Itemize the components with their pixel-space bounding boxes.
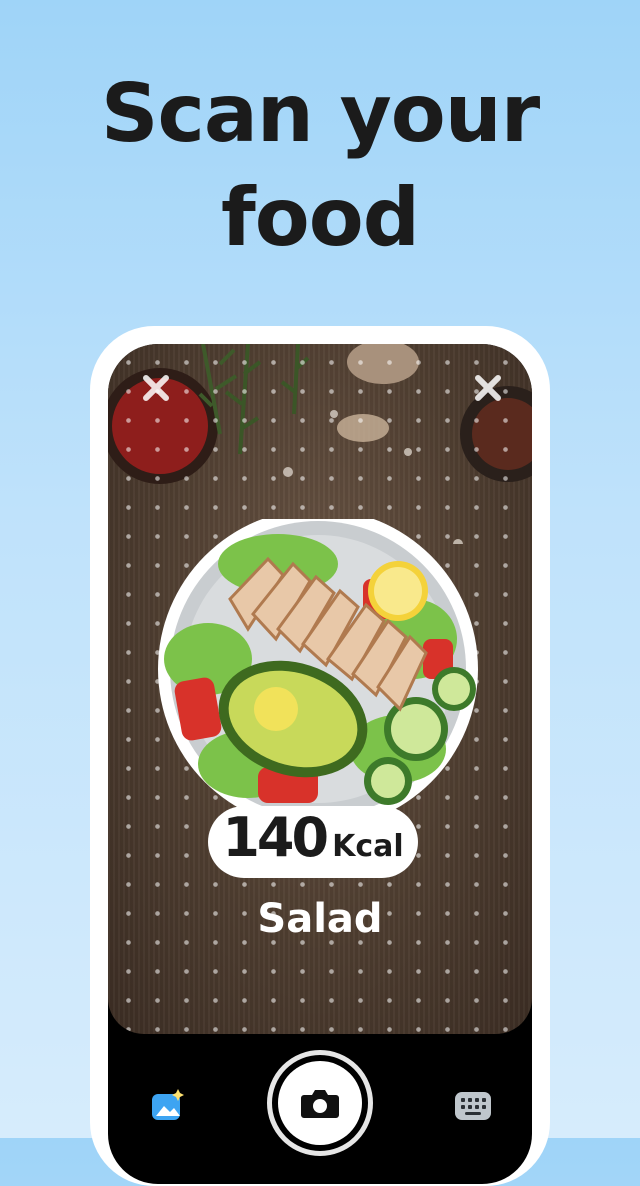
salad-photo: [158, 519, 478, 829]
camera-icon: [301, 1090, 339, 1118]
gallery-sparkle-icon[interactable]: [150, 1088, 186, 1124]
food-name: Salad: [257, 896, 383, 942]
headline-line-1: Scan your: [100, 67, 540, 160]
camera-controls: [108, 1034, 532, 1184]
calorie-value: 140: [222, 806, 329, 869]
scan-corner-mark-left: [143, 375, 169, 401]
keyboard-icon[interactable]: [454, 1088, 492, 1124]
headline-line-2: food: [221, 171, 420, 264]
headline: Scan your food: [0, 62, 640, 270]
camera-viewfinder: 140 Kcal Salad: [108, 344, 532, 1034]
shutter-button[interactable]: [267, 1050, 373, 1156]
calorie-unit: Kcal: [332, 829, 404, 864]
calorie-badge: 140 Kcal: [208, 806, 418, 878]
phone-screen: 140 Kcal Salad: [108, 344, 532, 1184]
scan-corner-mark-right: [475, 375, 501, 401]
shutter-inner: [278, 1061, 362, 1145]
